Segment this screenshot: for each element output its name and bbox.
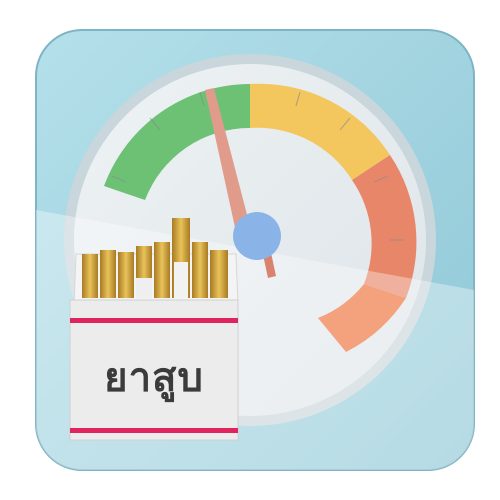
pack-label: ยาสูบ [104, 355, 204, 401]
cigarette [82, 254, 98, 298]
cigarette [210, 250, 228, 298]
tobacco-meter-icon [35, 29, 475, 471]
app-icon[interactable]: ยาสูบ [0, 0, 500, 500]
pack-stripe-bottom [70, 428, 238, 433]
gauge-hub [233, 212, 281, 260]
pack-stripe-top [70, 318, 238, 323]
cigarette [118, 252, 134, 298]
cigarette [192, 242, 208, 298]
cigarette [154, 242, 170, 298]
cigarette [100, 250, 116, 298]
